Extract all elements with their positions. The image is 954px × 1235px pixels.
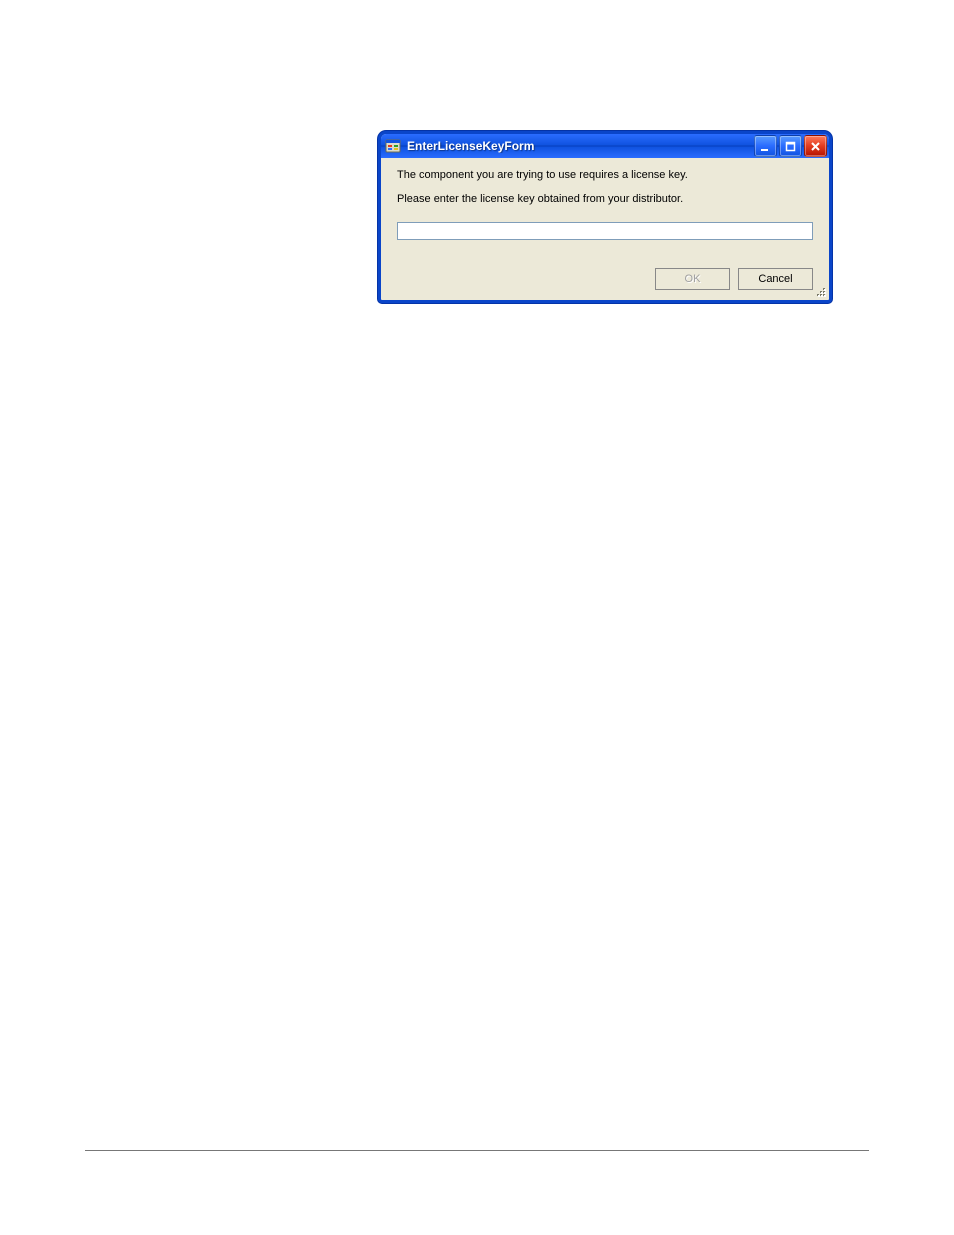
minimize-button[interactable] — [754, 135, 777, 157]
dialog-title: EnterLicenseKeyForm — [407, 139, 748, 153]
page-root: EnterLicenseKeyForm — [0, 0, 954, 1235]
license-key-input[interactable] — [397, 222, 813, 240]
message-line-2: Please enter the license key obtained fr… — [397, 192, 813, 206]
ok-button[interactable]: OK — [655, 268, 730, 290]
minimize-icon — [760, 141, 771, 152]
window-controls — [754, 135, 827, 157]
resize-grip-icon — [813, 284, 827, 298]
footer-divider — [85, 1150, 869, 1151]
message-line-1: The component you are trying to use requ… — [397, 168, 813, 182]
close-button[interactable] — [804, 135, 827, 157]
license-dialog: EnterLicenseKeyForm — [378, 131, 832, 303]
close-icon — [810, 141, 821, 152]
maximize-icon — [785, 141, 796, 152]
button-row: OK Cancel — [655, 268, 813, 290]
titlebar[interactable]: EnterLicenseKeyForm — [381, 134, 829, 158]
cancel-button[interactable]: Cancel — [738, 268, 813, 290]
maximize-button[interactable] — [779, 135, 802, 157]
app-icon — [385, 138, 401, 154]
dialog-client-area: The component you are trying to use requ… — [381, 158, 829, 300]
